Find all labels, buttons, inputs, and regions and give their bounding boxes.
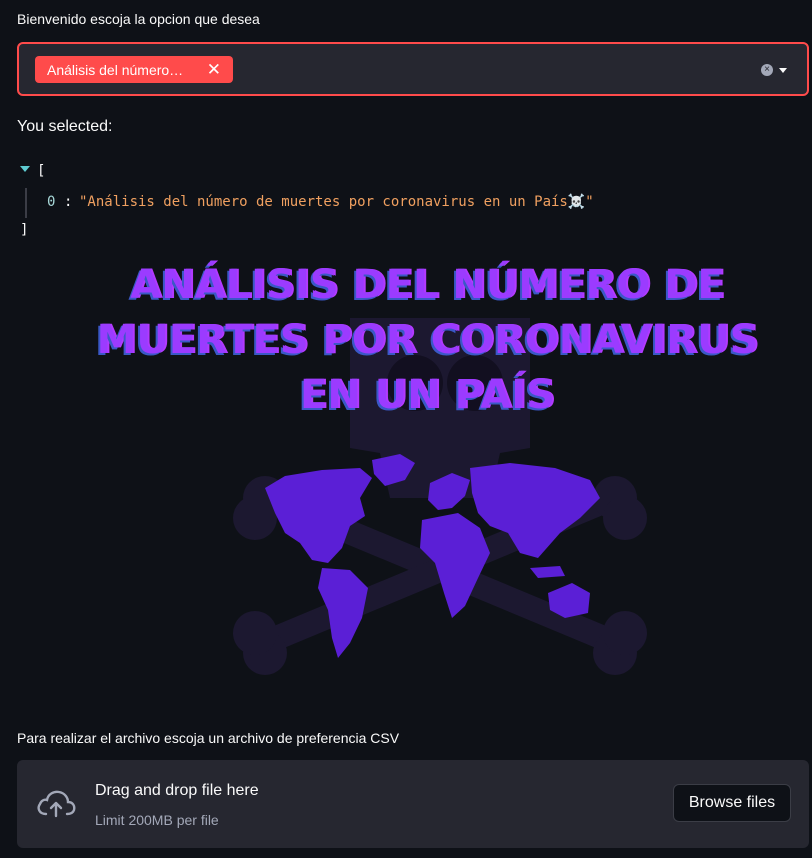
- expand-toggle-icon[interactable]: [20, 166, 30, 172]
- selection-heading: You selected:: [17, 118, 113, 135]
- browse-files-button[interactable]: Browse files: [673, 784, 791, 822]
- json-colon: :: [64, 194, 73, 210]
- dropzone-title: Drag and drop file here: [95, 782, 259, 799]
- close-icon[interactable]: ✕: [207, 61, 221, 78]
- json-close-bracket: ]: [20, 222, 29, 238]
- json-indent-guide: [25, 188, 27, 218]
- option-multiselect[interactable]: Análisis del número… ✕ ×: [17, 42, 809, 96]
- file-dropzone[interactable]: Drag and drop file here Limit 200MB per …: [17, 760, 809, 848]
- banner-title: ANÁLISIS DEL NÚMERO DE MUERTES POR CORON…: [96, 262, 759, 418]
- multiselect-label: Bienvenido escoja la opcion que desea: [17, 11, 260, 27]
- cloud-upload-icon: [35, 788, 77, 825]
- uploader-label: Para realizar el archivo escoja un archi…: [17, 730, 400, 746]
- selected-option-label: Análisis del número…: [47, 61, 184, 78]
- clear-circle-icon[interactable]: ×: [761, 64, 773, 76]
- banner-image: ANÁLISIS DEL NÚMERO DE MUERTES POR CORON…: [60, 258, 795, 698]
- dropzone-limit: Limit 200MB per file: [95, 812, 219, 828]
- json-item-index: 0: [47, 194, 56, 210]
- json-item-value: "Análisis del número de muertes por coro…: [79, 194, 594, 210]
- json-open-bracket: [: [37, 163, 46, 179]
- chevron-down-icon[interactable]: [779, 68, 787, 73]
- app-root: Bienvenido escoja la opcion que desea An…: [0, 0, 812, 858]
- selected-option-tag[interactable]: Análisis del número… ✕: [35, 56, 233, 83]
